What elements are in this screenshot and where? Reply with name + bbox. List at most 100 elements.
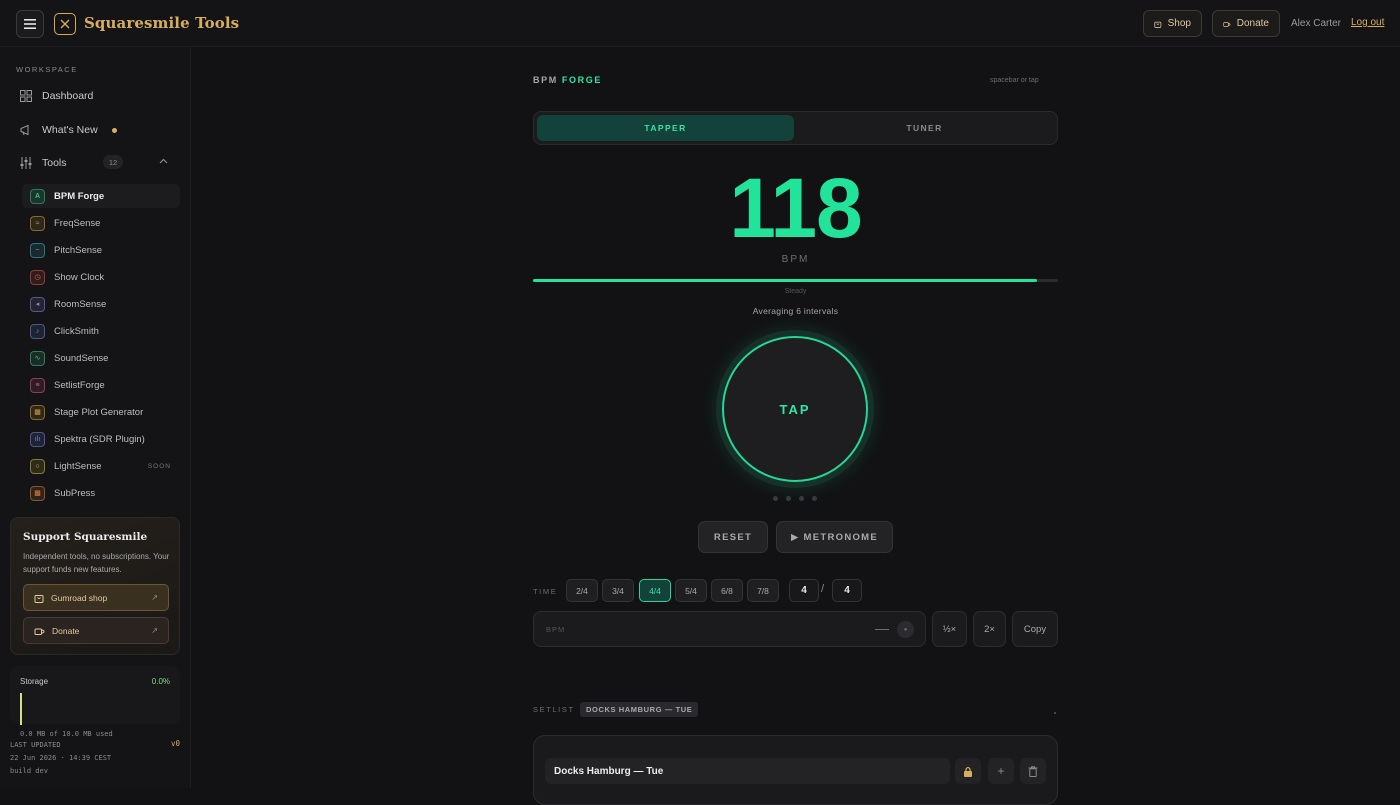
sidebar-tool-item[interactable]: ∿ SoundSense — [22, 346, 180, 370]
bpm-unit-label: BPM — [781, 254, 810, 265]
bpm-empty-value-dash — [875, 629, 889, 630]
beat-dot — [786, 496, 791, 501]
soon-badge: SOON — [147, 462, 171, 470]
grid-icon — [20, 90, 32, 102]
tool-icon: ılı — [30, 431, 45, 447]
brand-name[interactable]: Squaresmile Tools — [84, 14, 239, 32]
gumroad-shop-label: Gumroad shop — [51, 592, 108, 603]
menu-button[interactable] — [16, 10, 44, 38]
top-bar: Squaresmile Tools Shop Donate Alex Carte… — [0, 0, 1400, 47]
sidebar-donate-button[interactable]: Donate ↗ — [23, 617, 169, 644]
beat-dot — [773, 496, 778, 501]
sidebar-tool-item[interactable]: ○ LightSense SOON — [22, 454, 180, 478]
sidebar-item-dashboard[interactable]: Dashboard — [20, 87, 93, 105]
tap-button[interactable]: TAP — [722, 336, 868, 482]
time-signature-label: TIME — [533, 587, 558, 596]
half-tempo-button[interactable]: ½× — [932, 611, 967, 647]
tool-icon: ≈ — [30, 215, 45, 231]
sidebar-tool-item[interactable]: ~ PitchSense — [22, 238, 180, 262]
donate-button[interactable]: Donate — [1212, 10, 1280, 37]
tool-label: SetlistForge — [54, 379, 105, 391]
sidebar-item-whats-new[interactable]: What's New — [20, 121, 117, 139]
time-signature-chip[interactable]: 7/8 — [747, 579, 779, 602]
sidebar-item-label: What's New — [42, 124, 98, 136]
brand-logo-icon[interactable] — [54, 13, 76, 35]
page-title: BPM FORGE — [533, 75, 602, 85]
numerator-input[interactable]: 4 — [789, 579, 819, 602]
gumroad-shop-button[interactable]: Gumroad shop ↗ — [23, 584, 169, 611]
beat-dot — [799, 496, 804, 501]
sidebar-tool-item[interactable]: ≡ SetlistForge — [22, 373, 180, 397]
bag-icon — [1154, 21, 1162, 28]
sidebar-tool-item[interactable]: ♪ ClickSmith — [22, 319, 180, 343]
tool-label: FreqSense — [54, 217, 101, 229]
add-song-button[interactable]: + — [988, 758, 1014, 784]
time-signature-chip[interactable]: 3/4 — [602, 579, 634, 602]
tool-icon: ≡ — [30, 377, 45, 393]
bag-icon — [34, 594, 44, 603]
copy-button[interactable]: Copy — [1012, 611, 1058, 647]
setlist-card: Docks Hamburg — Tue + — [533, 735, 1058, 805]
chevron-up-icon[interactable] — [159, 158, 168, 164]
input-hint: spacebar or tap — [990, 77, 1039, 84]
lock-icon — [964, 766, 972, 777]
setlist-status-dot — [1054, 712, 1056, 714]
tool-icon: ∿ — [30, 350, 45, 366]
time-signature-chip[interactable]: 2/4 — [566, 579, 598, 602]
tool-label: SubPress — [54, 487, 96, 499]
sidebar-tool-item[interactable]: ▩ SubPress — [22, 481, 180, 505]
denominator-input[interactable]: 4 — [832, 579, 862, 602]
tool-icon: ◂ — [30, 296, 45, 312]
sidebar-tool-item[interactable]: ◷ Show Clock — [22, 265, 180, 289]
support-card: Support Squaresmile Independent tools, n… — [10, 517, 180, 655]
logout-link[interactable]: Log out — [1351, 17, 1384, 28]
tool-icon: ▩ — [30, 485, 45, 501]
lock-button[interactable] — [955, 758, 981, 784]
bpm-set-button[interactable]: ● — [897, 621, 914, 638]
time-signature-chip[interactable]: 6/8 — [711, 579, 743, 602]
fraction-slash: / — [821, 583, 825, 595]
tab-tuner[interactable]: TUNER — [796, 115, 1053, 141]
donate-button-label: Donate — [1236, 18, 1269, 29]
sidebar-item-tools[interactable]: Tools — [20, 154, 67, 172]
bpm-input-field[interactable]: BPM ● — [533, 611, 926, 647]
tool-icon: ▦ — [30, 404, 45, 420]
storage-usage-bar — [20, 693, 22, 725]
sidebar-tool-item[interactable]: ≈ FreqSense — [22, 211, 180, 235]
tool-label: ClickSmith — [54, 325, 99, 337]
reset-button[interactable]: RESET — [698, 521, 768, 553]
averaging-text: Averaging 6 intervals — [752, 306, 839, 316]
external-link-icon: ↗ — [151, 626, 158, 635]
tool-label: Stage Plot Generator — [54, 406, 144, 418]
sidebar-tool-item[interactable]: A BPM Forge — [22, 184, 180, 208]
new-indicator-dot — [111, 127, 117, 133]
tool-label: RoomSense — [54, 298, 107, 310]
sidebar-item-label: Dashboard — [42, 90, 94, 102]
sidebar-tool-item[interactable]: ◂ RoomSense — [22, 292, 180, 316]
delete-setlist-button[interactable] — [1020, 758, 1046, 784]
metronome-button[interactable]: ▶ METRONOME — [776, 521, 893, 553]
bpm-readout: 118 — [729, 161, 863, 255]
sidebar-tool-item[interactable]: ▦ Stage Plot Generator — [22, 400, 180, 424]
tool-label: Show Clock — [54, 271, 105, 283]
plus-icon: + — [997, 764, 1005, 778]
time-signature-chip[interactable]: 5/4 — [675, 579, 707, 602]
tool-label: SoundSense — [54, 352, 109, 364]
sidebar-tool-item[interactable]: ılı Spektra (SDR Plugin) — [22, 427, 180, 451]
megaphone-icon — [20, 124, 32, 136]
support-title: Support Squaresmile — [23, 531, 148, 543]
version-label: v0 — [171, 739, 181, 748]
last-updated-value: 22 Jun 2026 · 14:39 CEST — [10, 754, 112, 762]
time-signature-chip[interactable]: 4/4 — [639, 579, 671, 602]
stability-meter — [533, 279, 1058, 282]
tab-tapper[interactable]: TAPPER — [537, 115, 794, 141]
support-text: Independent tools, no subscriptions. You… — [23, 552, 170, 574]
setlist-section-label: SETLIST — [533, 705, 575, 714]
setlist-name-input[interactable]: Docks Hamburg — Tue — [545, 758, 950, 784]
double-tempo-button[interactable]: 2× — [973, 611, 1006, 647]
sidebar-donate-label: Donate — [52, 625, 80, 636]
tool-label: BPM Forge — [54, 190, 105, 202]
shop-button[interactable]: Shop — [1143, 10, 1202, 37]
storage-percent: 0.0% — [151, 677, 170, 686]
coffee-cup-icon — [34, 628, 45, 635]
